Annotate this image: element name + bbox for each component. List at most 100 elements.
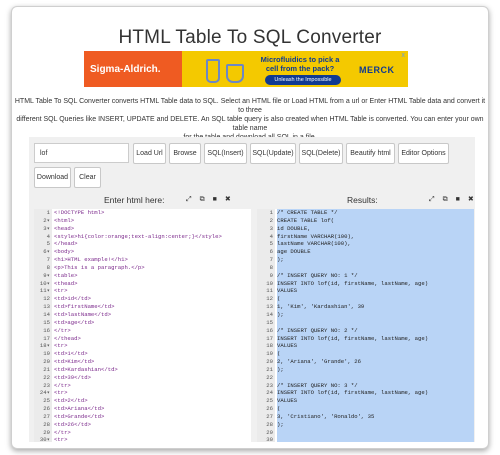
line-number: 12 [266,295,273,303]
code-line: <!DOCTYPE html> [54,209,105,216]
line-number: 16 [266,326,273,334]
ad-close-icon[interactable]: x [402,52,406,59]
line-number: 26 [43,405,50,413]
line-number: 20 [43,358,50,366]
line-number: 17 [266,334,273,342]
converter-panel: lof Load Url Browse SQL(Insert) SQL(Upda… [29,137,475,442]
code-line: age DOUBLE [277,248,311,256]
code-line: ); [277,420,284,428]
expand-icon[interactable]: ⤢ [429,196,435,204]
page-frame: HTML Table To SQL Converter Sigma-Aldric… [11,6,489,449]
download-button[interactable]: Download [34,167,71,188]
line-number: 28 [43,420,50,428]
line-number: 16 [43,326,50,334]
output-pane-title: Results: [347,195,378,205]
code-line: <h1>HTML example!</h1> [54,256,128,264]
line-number: 1 [46,209,50,216]
sql-insert-button[interactable]: SQL(Insert) [204,143,247,164]
line-number: 27 [43,412,50,420]
code-line: VALUES [277,397,298,405]
code-line: firstName VARCHAR(100), [277,232,355,240]
line-number: 29 [43,428,50,436]
ad-banner[interactable]: Sigma-Aldrich. Microfluidics to pick a c… [84,51,408,87]
code-line: <html> [54,216,75,224]
line-number-gutter: 1 2▾ 3▾ 4 5 6▾ 7 8 9▾ 10▾ 11▾ 12 13 14 15 16 17 18▾ 19 20 21… [34,209,52,442]
code-line: <style>h1{color:orange;text-align:center… [54,232,222,240]
code-line: <td>Kardashian</td> [54,365,118,373]
table-name-input[interactable]: lof [34,143,129,163]
code-line: <td>Ariana</td> [54,405,105,413]
save-icon[interactable]: ■ [456,196,460,203]
code-line: INSERT INTO lof(id, firstName, lastName,… [277,334,429,342]
code-line: </tr> [54,326,71,334]
code-line: <td>2</td> [54,397,88,405]
line-number: 13 [266,303,273,311]
line-number: 10 [266,279,273,287]
line-number: 25 [43,397,50,405]
copy-icon[interactable]: ⧉ [200,196,205,204]
line-number: 11▾ [39,287,50,295]
close-icon[interactable]: ✖ [468,195,474,203]
line-number: 5 [269,240,273,248]
browse-button[interactable]: Browse [169,143,201,164]
code-line: ( [277,295,281,303]
line-number: 21 [43,365,50,373]
code-line: ( [277,350,281,358]
line-number: 13 [43,303,50,311]
html-input-editor[interactable]: 1 2▾ 3▾ 4 5 6▾ 7 8 9▾ 10▾ 11▾ 12 13 14 15 16 17 18▾ 19 20 21… [34,209,251,442]
line-number: 14 [43,310,50,318]
code-line: <td>Grande</td> [54,412,105,420]
code-line: </tr> [54,428,71,436]
sql-delete-button[interactable]: SQL(Delete) [299,143,343,164]
editor-options-button[interactable]: Editor Options [398,143,449,164]
sql-output-editor[interactable]: 1 2 3 4 5 6 7 8 9 10 11 12 13 14 15 16 17 18 19 20 21 22 23 24 2… [257,209,474,442]
line-number: 23 [43,381,50,389]
ad-cta-button[interactable]: Unleash the Impossible [265,75,341,85]
line-number: 29 [266,428,273,436]
code-line: 3, 'Cristiano', 'Ronaldo', 35 [277,412,375,420]
description-line: HTML Table To SQL Converter converts HTM… [14,98,486,114]
code-line: </tr> [54,381,71,389]
code-line: /* CREATE TABLE */ [277,209,338,216]
line-number: 4 [46,232,50,240]
clear-button[interactable]: Clear [74,167,101,188]
load-url-button[interactable]: Load Url [133,143,166,164]
beautify-button[interactable]: Beautify html [346,143,395,164]
code-line: id DOUBLE, [277,224,311,232]
line-number: 2 [269,216,273,224]
code-line: <td>id</td> [54,295,91,303]
line-number: 15 [43,318,50,326]
line-number: 17 [43,334,50,342]
code-line: INSERT INTO lof(id, firstName, lastName,… [277,389,429,397]
line-number: 4 [269,232,273,240]
line-number: 18▾ [39,342,50,350]
code-line: <tr> [54,436,68,442]
sql-update-button[interactable]: SQL(Update) [250,143,296,164]
sql-code-area[interactable]: /* CREATE TABLE */CREATE TABLE lof(id DO… [277,209,474,442]
code-line: <td>age</td> [54,318,95,326]
html-code-area[interactable]: <!DOCTYPE html> <html> <head> <style>h1{col… [54,209,251,442]
line-number: 27 [266,412,273,420]
code-line: <td>39</td> [54,373,91,381]
code-line: </thead> [54,334,81,342]
save-icon[interactable]: ■ [213,196,217,203]
code-line: /* INSERT QUERY NO: 2 */ [277,326,358,334]
line-number: 14 [266,310,273,318]
line-number: 10▾ [39,279,50,287]
code-line: <thead> [54,279,78,287]
input-pane-title: Enter html here: [104,195,165,205]
copy-icon[interactable]: ⧉ [443,196,448,204]
line-number-gutter: 1 2 3 4 5 6 7 8 9 10 11 12 13 14 15 16 17 18 19 20 21 22 23 24 2… [257,209,275,442]
close-icon[interactable]: ✖ [225,195,231,203]
code-line: ( [277,405,281,413]
expand-icon[interactable]: ⤢ [186,196,192,204]
code-line: ); [277,256,284,264]
line-number: 22 [43,373,50,381]
code-line: <td>firstName</td> [54,303,115,311]
line-number: 11 [266,287,273,295]
